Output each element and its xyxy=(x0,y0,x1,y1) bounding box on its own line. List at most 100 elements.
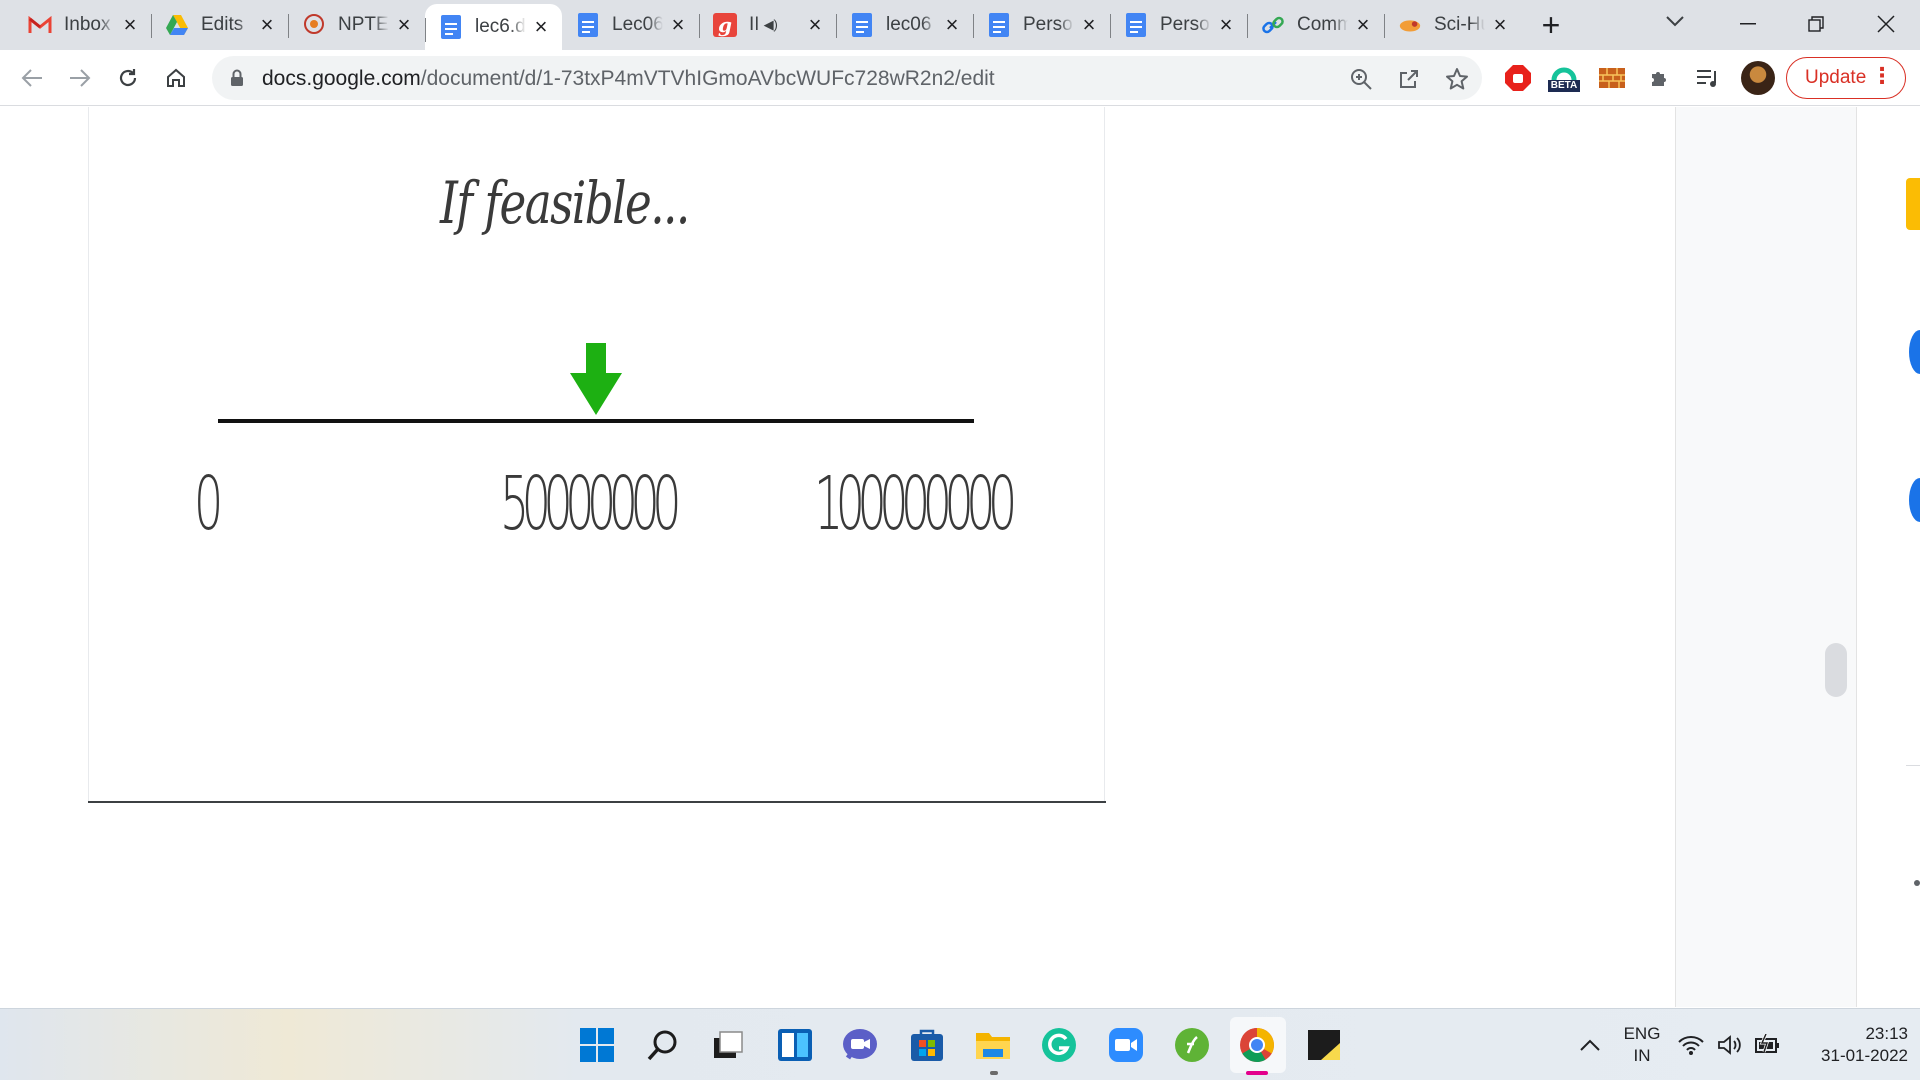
tab-lec6-docx[interactable]: lec6.docx × xyxy=(425,4,562,50)
input-language-indicator[interactable]: ENG IN xyxy=(1618,1023,1666,1067)
adblock-extension-icon[interactable] xyxy=(1502,62,1534,94)
tab-search-chevron-icon[interactable] xyxy=(1666,10,1684,33)
url-text[interactable]: docs.google.com/document/d/1-73txP4mVTVh… xyxy=(262,67,995,91)
bookmark-star-icon[interactable] xyxy=(1444,66,1470,92)
update-button[interactable]: Update ⋮ xyxy=(1786,57,1906,99)
close-tab-icon[interactable]: × xyxy=(1078,12,1100,37)
number-line-label-mid: 50000000 xyxy=(500,461,681,547)
grammarly-icon[interactable] xyxy=(1039,1025,1079,1065)
tab-strip: Inbox × Edits × NPTEL × lec6.docx × Lec0… xyxy=(0,0,1920,50)
show-hidden-icons-chevron-icon[interactable] xyxy=(1570,1025,1610,1065)
close-tab-icon[interactable]: × xyxy=(256,12,278,37)
lock-icon[interactable] xyxy=(230,69,244,87)
file-explorer-icon[interactable] xyxy=(973,1025,1013,1065)
close-tab-icon[interactable]: × xyxy=(119,12,141,37)
tab-ii[interactable]: g II ◀) × xyxy=(699,0,836,50)
g-icon: g xyxy=(713,13,737,37)
back-button[interactable] xyxy=(12,58,52,98)
tab-lec06-2[interactable]: lec06 × xyxy=(836,0,973,50)
google-drive-icon xyxy=(165,13,189,37)
tab-personal-1[interactable]: Personal × xyxy=(973,0,1110,50)
battery-charging-icon[interactable] xyxy=(1753,1025,1783,1065)
close-tab-icon[interactable]: × xyxy=(941,12,963,37)
reload-button[interactable] xyxy=(108,58,148,98)
zoom-icon[interactable] xyxy=(1348,66,1374,92)
number-line-label-end: 100000000 xyxy=(814,461,1017,547)
tab-sci-hub[interactable]: Sci-Hub × xyxy=(1384,0,1521,50)
gmail-icon xyxy=(28,13,52,37)
profile-avatar[interactable] xyxy=(1741,61,1775,95)
close-tab-icon[interactable]: × xyxy=(804,12,826,37)
link-icon xyxy=(1261,13,1285,37)
widgets-icon[interactable] xyxy=(775,1025,815,1065)
windows-taskbar: ENG IN 23:13 31-01-2022 xyxy=(0,1008,1920,1080)
brick-extension-icon[interactable] xyxy=(1596,62,1628,94)
google-docs-icon xyxy=(576,13,600,37)
close-tab-icon[interactable]: × xyxy=(1352,12,1374,37)
wifi-icon[interactable] xyxy=(1677,1025,1705,1065)
docs-side-rail xyxy=(1856,107,1920,1007)
url-path: /document/d/1-73txP4mVTVhIGmoAVbcWUFc728… xyxy=(420,67,995,90)
scrollbar-thumb[interactable] xyxy=(1825,643,1847,697)
close-tab-icon[interactable]: × xyxy=(1489,12,1511,37)
tab-title: Inbox xyxy=(64,14,111,35)
sticky-notes-icon[interactable] xyxy=(1304,1025,1344,1065)
new-tab-button[interactable]: + xyxy=(1534,7,1568,43)
keep-addon-icon[interactable] xyxy=(1906,178,1920,230)
clock-time: 23:13 xyxy=(1865,1024,1908,1043)
zoom-app-icon[interactable] xyxy=(1106,1025,1146,1065)
tab-title: lec6.docx xyxy=(475,16,526,37)
region-code: IN xyxy=(1633,1046,1651,1065)
beta-badge: BETA xyxy=(1547,80,1581,92)
share-icon[interactable] xyxy=(1396,66,1422,92)
task-view-icon[interactable] xyxy=(708,1025,748,1065)
tab-lec06[interactable]: Lec06 × xyxy=(562,0,699,50)
tab-title: Edits xyxy=(201,14,244,35)
minimize-button[interactable] xyxy=(1718,6,1778,42)
address-bar[interactable]: docs.google.com/document/d/1-73txP4mVTVh… xyxy=(212,56,1482,100)
close-tab-icon[interactable]: × xyxy=(530,14,552,39)
document-canvas[interactable]: If feasible... 0 50000000 100000000 xyxy=(0,107,1675,1007)
more-menu-icon[interactable]: ⋮ xyxy=(1871,65,1893,87)
update-label: Update xyxy=(1805,67,1867,88)
chrome-active-indicator xyxy=(1246,1071,1268,1075)
volume-icon[interactable] xyxy=(1716,1025,1744,1065)
down-arrow-icon xyxy=(570,343,622,415)
media-control-icon[interactable] xyxy=(1692,62,1724,94)
restore-button[interactable] xyxy=(1786,6,1846,42)
evernote-icon[interactable] xyxy=(1172,1025,1212,1065)
extensions-puzzle-icon[interactable] xyxy=(1644,62,1676,94)
forward-button[interactable] xyxy=(60,58,100,98)
google-docs-icon xyxy=(987,13,1011,37)
close-window-button[interactable] xyxy=(1856,6,1916,42)
tab-title: lec06 xyxy=(886,14,932,35)
close-tab-icon[interactable]: × xyxy=(393,12,415,37)
teams-chat-icon[interactable] xyxy=(840,1025,880,1065)
google-docs-icon xyxy=(439,15,463,39)
chrome-icon[interactable] xyxy=(1237,1025,1277,1065)
tab-nptel[interactable]: NPTEL × xyxy=(288,0,425,50)
grammarly-beta-extension-icon[interactable]: BETA xyxy=(1547,62,1581,94)
tab-edits[interactable]: Edits × xyxy=(151,0,288,50)
search-icon[interactable] xyxy=(643,1025,683,1065)
clock[interactable]: 23:13 31-01-2022 xyxy=(1798,1023,1908,1067)
tab-title: II xyxy=(749,14,760,35)
number-line-label-start: 0 xyxy=(194,461,223,547)
clock-date: 31-01-2022 xyxy=(1821,1046,1908,1065)
tab-personal-2[interactable]: Personal × xyxy=(1110,0,1247,50)
tab-inbox[interactable]: Inbox × xyxy=(14,0,151,50)
google-docs-icon xyxy=(1124,13,1148,37)
rail-dot-icon[interactable] xyxy=(1914,880,1920,886)
tab-title: Personal xyxy=(1160,14,1211,35)
speaker-icon[interactable]: ◀) xyxy=(764,17,778,33)
home-button[interactable] xyxy=(156,58,196,98)
microsoft-store-icon[interactable] xyxy=(907,1025,947,1065)
tab-title: Lec06 xyxy=(612,14,663,35)
tab-title: Comm xyxy=(1297,14,1348,35)
nptel-icon xyxy=(302,13,326,37)
tab-comm[interactable]: Comm × xyxy=(1247,0,1384,50)
windows-start-icon[interactable] xyxy=(577,1025,617,1065)
tab-title: Sci-Hub xyxy=(1434,14,1485,35)
close-tab-icon[interactable]: × xyxy=(667,12,689,37)
close-tab-icon[interactable]: × xyxy=(1215,12,1237,37)
